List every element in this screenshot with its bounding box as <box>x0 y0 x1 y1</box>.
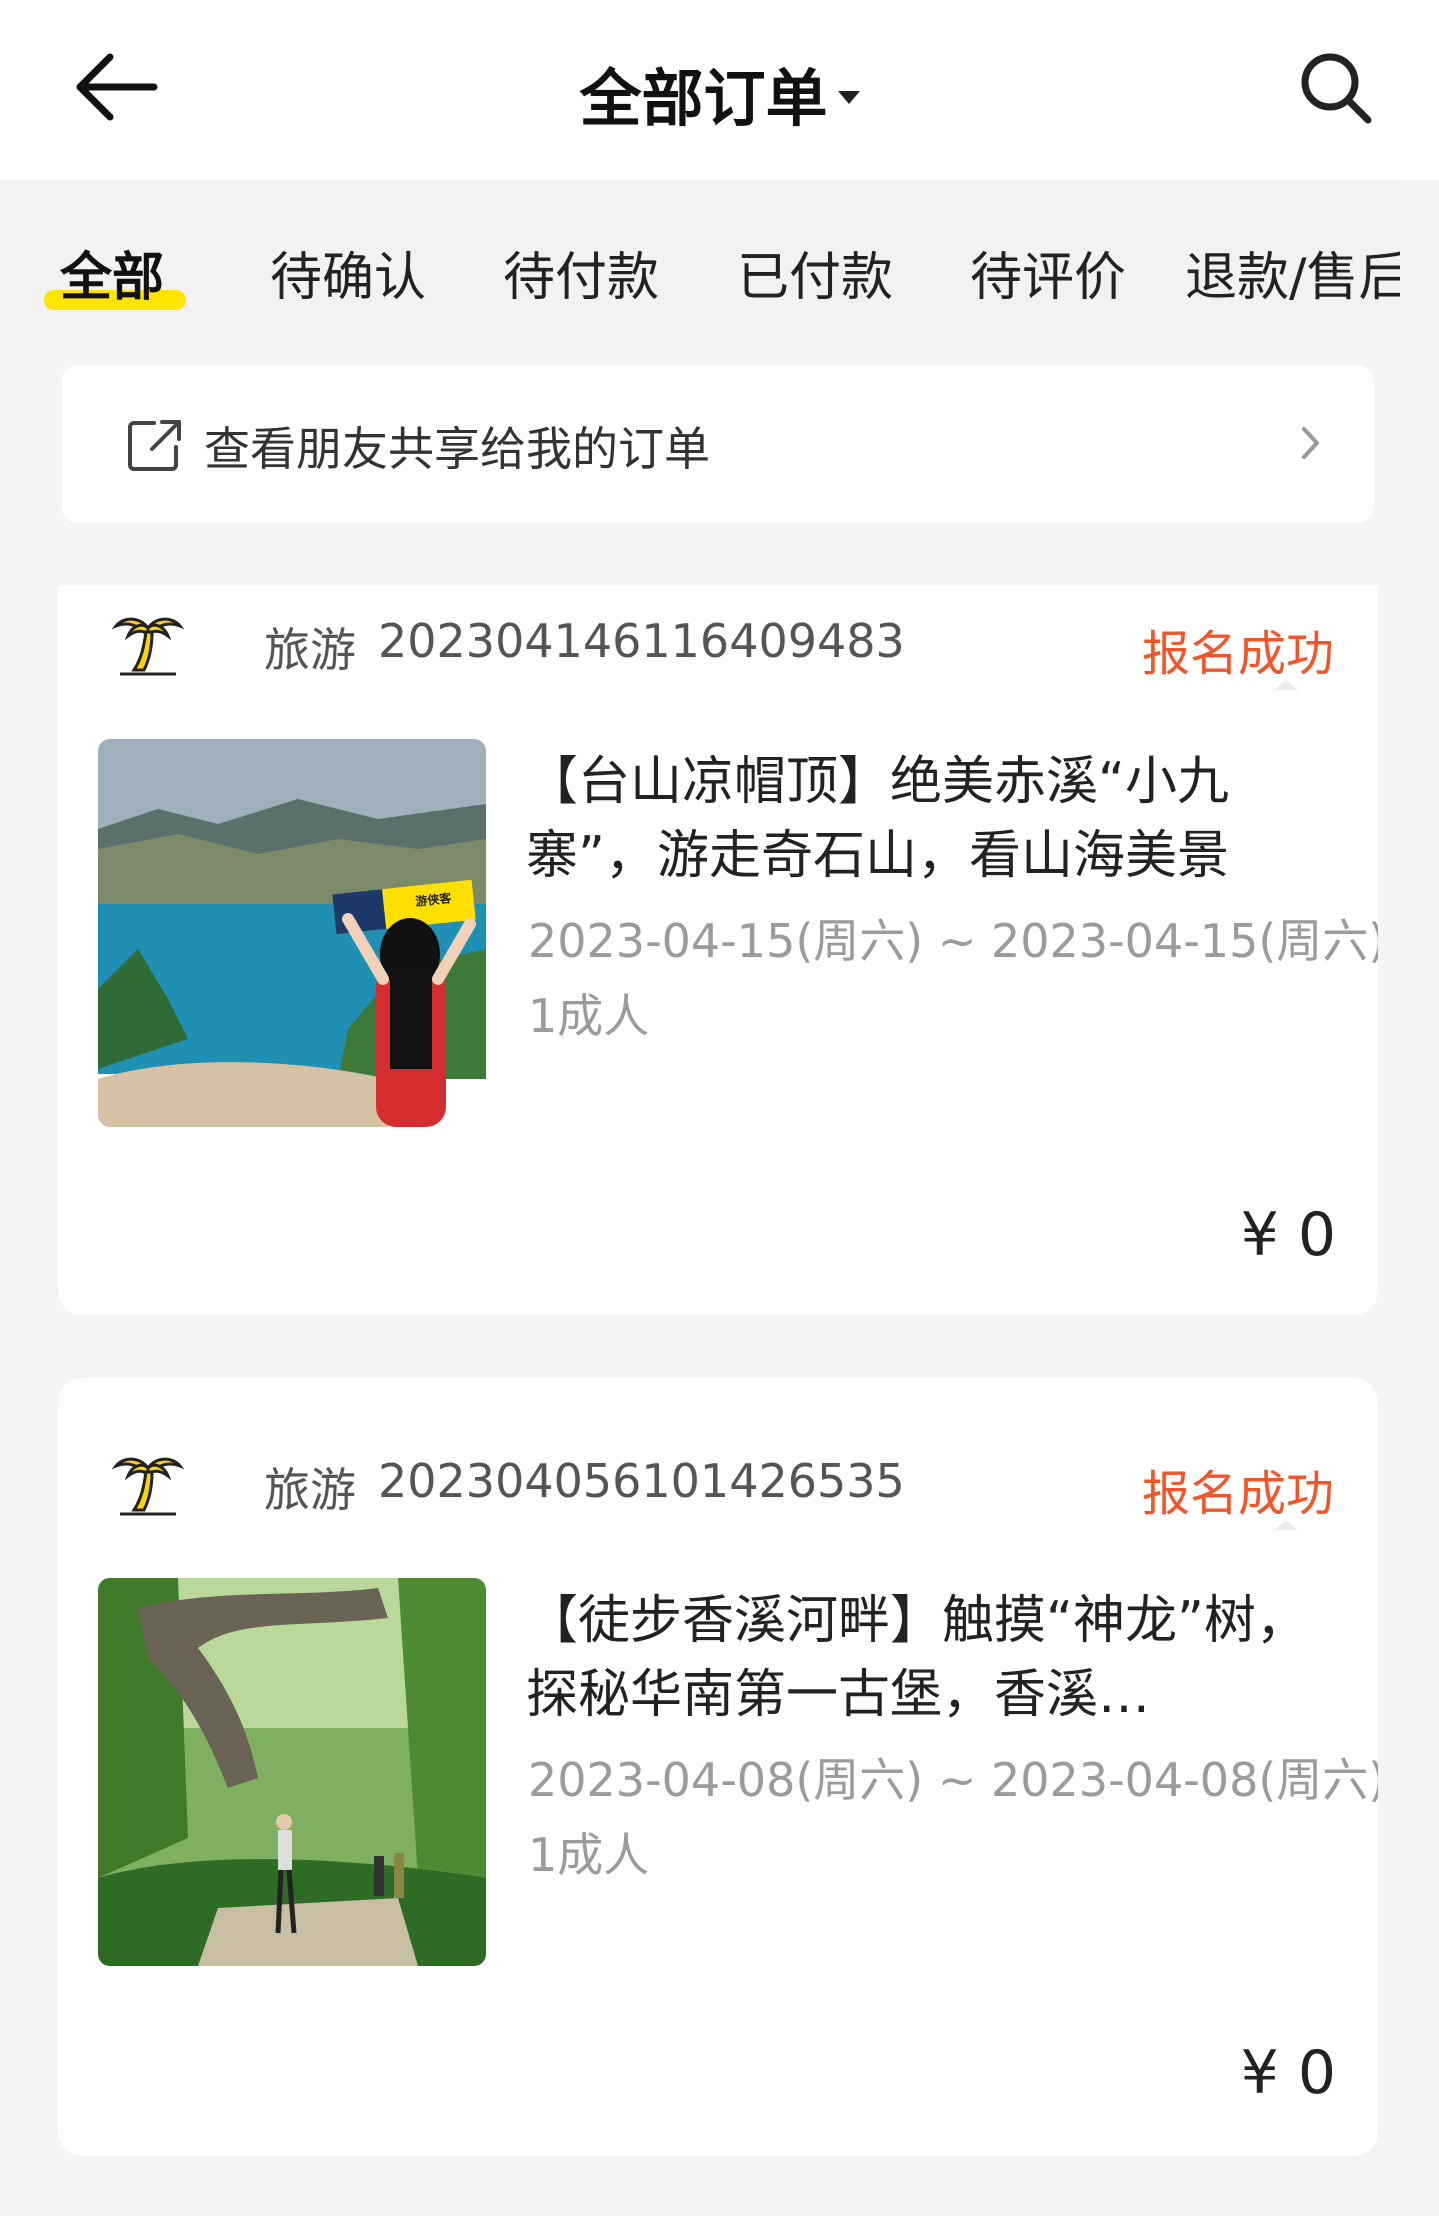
tab-pending-payment[interactable]: 待付款 <box>503 235 659 310</box>
order-status: 报名成功 <box>1141 1466 1334 1522</box>
order-type: 旅游 <box>264 1463 356 1517</box>
order-number: 202304146116409483 <box>378 614 905 668</box>
order-card[interactable]: 旅游 202304146116409483 报名成功 游侠客 【台山凉帽顶】绝美… <box>58 585 1378 1315</box>
order-header: 旅游 202304146116409483 报名成功 <box>108 600 1334 690</box>
traveler-count: 1成人 <box>528 1828 650 1882</box>
product-title[interactable]: 【台山凉帽顶】绝美赤溪“小九寨”，游走奇石山，看山海美景 <box>526 745 1346 893</box>
title-wrap: 全部订单 <box>0 48 1439 138</box>
order-number: 202304056101426535 <box>378 1454 905 1508</box>
search-icon <box>1301 53 1372 124</box>
shared-orders-text: 查看朋友共享给我的订单 <box>204 422 710 476</box>
status-pointer <box>1274 680 1298 690</box>
shared-orders-link[interactable]: 查看朋友共享给我的订单 <box>62 365 1374 523</box>
trip-date-range: 2023-04-15(周六) ~ 2023-04-15(周六) <box>528 914 1378 968</box>
order-price: ¥ 0 <box>1240 1200 1336 1270</box>
order-card[interactable]: 旅游 202304056101426535 报名成功 【徒步香溪河畔】触摸“神龙… <box>58 1378 1378 2156</box>
traveler-count: 1成人 <box>528 989 650 1043</box>
chevron-right-icon <box>1302 427 1319 459</box>
order-type: 旅游 <box>264 623 356 677</box>
order-status-tabs: 全部 待确认 待付款 已付款 待评价 退款/售后 <box>0 180 1400 358</box>
tab-pending-confirm[interactable]: 待确认 <box>270 235 426 310</box>
tab-refund[interactable]: 退款/售后 <box>1185 235 1400 310</box>
forest-tree-photo <box>98 1578 486 1966</box>
palm-tree-icon <box>111 1457 185 1516</box>
order-header: 旅游 202304056101426535 报名成功 <box>108 1440 1334 1530</box>
tab-pending-review[interactable]: 待评价 <box>970 235 1126 310</box>
page-title: 全部订单 <box>579 62 828 135</box>
palm-tree-icon <box>111 617 185 676</box>
search-button[interactable] <box>1296 48 1378 130</box>
product-thumbnail[interactable] <box>98 1578 486 1966</box>
share-external-icon <box>128 420 181 471</box>
lake-hiker-photo: 游侠客 <box>98 739 486 1127</box>
status-pointer <box>1274 1520 1298 1530</box>
tab-paid[interactable]: 已付款 <box>737 235 893 310</box>
trip-date-range: 2023-04-08(周六) ~ 2023-04-08(周六) <box>528 1753 1378 1807</box>
tab-all-label[interactable]: 全部 <box>60 235 164 310</box>
top-bar: 全部订单 <box>0 0 1439 180</box>
page-title-dropdown[interactable]: 全部订单 <box>579 62 860 135</box>
product-thumbnail[interactable]: 游侠客 <box>98 739 486 1127</box>
order-status: 报名成功 <box>1141 626 1334 682</box>
caret-down-icon <box>837 91 860 105</box>
order-price: ¥ 0 <box>1240 2038 1336 2108</box>
product-title[interactable]: 【徒步香溪河畔】触摸“神龙”树，探秘华南第一古堡，香溪… <box>526 1584 1346 1732</box>
